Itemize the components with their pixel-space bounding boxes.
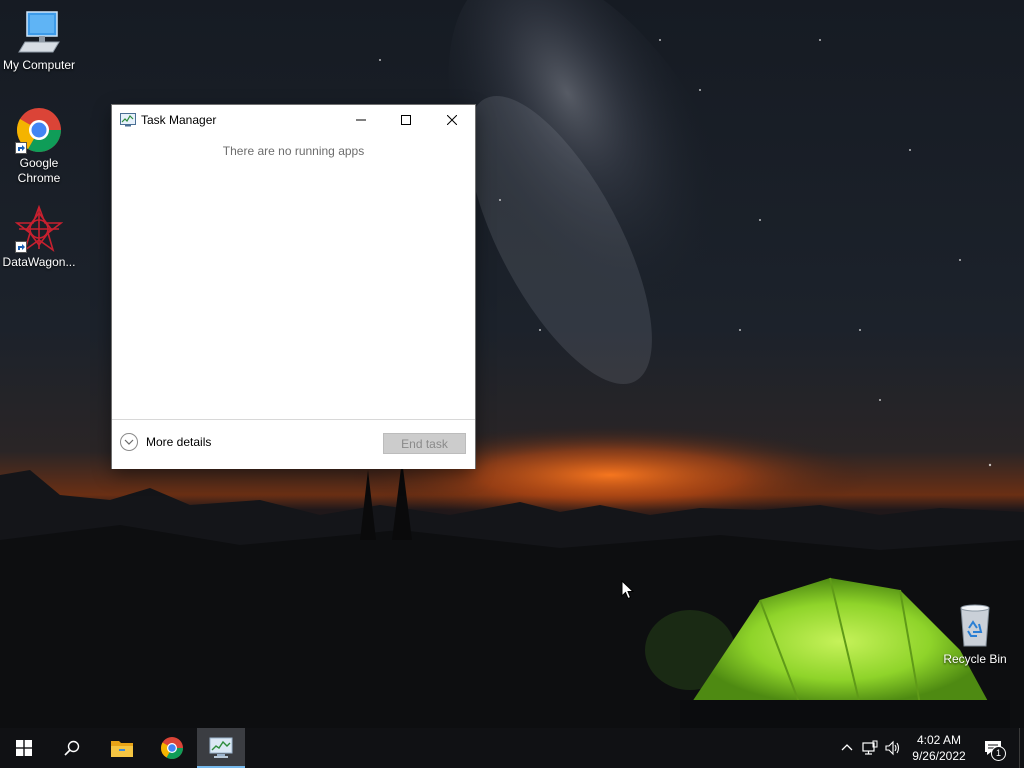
network-button[interactable] — [862, 740, 878, 756]
minimize-button[interactable] — [338, 105, 384, 135]
folder-icon — [111, 741, 133, 757]
start-button[interactable] — [0, 728, 48, 768]
volume-button[interactable] — [885, 740, 901, 756]
title-bar[interactable]: Task Manager — [112, 105, 475, 135]
windows-logo-icon — [16, 740, 32, 756]
chrome-icon — [161, 737, 183, 759]
notification-count-badge: 1 — [991, 746, 1006, 761]
desktop-icon-my-computer[interactable]: My Computer — [0, 8, 78, 73]
empty-state-message: There are no running apps — [222, 144, 365, 158]
close-button[interactable] — [429, 105, 475, 135]
task-manager-taskbar-button[interactable] — [197, 728, 245, 768]
close-icon — [447, 115, 457, 125]
chevron-up-icon — [841, 744, 853, 751]
chrome-taskbar-button[interactable] — [148, 728, 196, 768]
task-manager-icon — [209, 737, 233, 758]
desktop-icon-label: Recycle Bin — [943, 652, 1007, 666]
taskbar: 4:02 AM 9/26/2022 — [0, 728, 1024, 768]
network-icon — [862, 740, 878, 755]
mouse-cursor-icon — [621, 580, 635, 600]
desktop-icon-label: DataWagon... — [2, 255, 76, 269]
chevron-down-icon — [120, 433, 138, 451]
window-title: Task Manager — [141, 113, 217, 127]
desktop: My Computer Google Chrome DataWagon... R… — [0, 0, 1024, 768]
shortcut-arrow-icon — [15, 241, 27, 253]
desktop-icon-recycle-bin[interactable]: Recycle Bin — [936, 602, 1014, 667]
shortcut-arrow-icon — [15, 142, 27, 154]
end-task-button[interactable]: End task — [383, 433, 466, 454]
desktop-icon-label: My Computer — [2, 58, 76, 72]
task-manager-window[interactable]: Task Manager There are no running apps M… — [112, 105, 475, 469]
recycle-bin-icon — [951, 602, 999, 650]
show-desktop-button[interactable] — [1019, 728, 1024, 768]
minimize-icon — [356, 119, 366, 121]
chrome-icon — [15, 106, 63, 154]
datawagon-icon — [14, 204, 64, 253]
file-explorer-button[interactable] — [98, 728, 146, 768]
search-icon — [64, 740, 80, 756]
computer-icon — [15, 8, 63, 56]
clock-time: 4:02 AM — [916, 733, 962, 747]
more-details-button[interactable]: More details — [120, 433, 211, 451]
task-manager-icon — [120, 113, 136, 127]
search-button[interactable] — [48, 728, 96, 768]
desktop-icon-label: Google Chrome — [17, 156, 61, 185]
speaker-icon — [885, 740, 900, 756]
show-hidden-icons-button[interactable] — [839, 740, 855, 756]
window-footer: More details End task — [112, 419, 475, 469]
desktop-icon-datawagon[interactable]: DataWagon... — [0, 204, 78, 270]
maximize-button[interactable] — [383, 105, 429, 135]
clock-date: 9/26/2022 — [912, 749, 966, 763]
desktop-icon-google-chrome[interactable]: Google Chrome — [0, 106, 78, 186]
maximize-icon — [401, 115, 411, 125]
more-details-label: More details — [146, 435, 212, 449]
clock[interactable]: 4:02 AM 9/26/2022 — [906, 732, 972, 764]
